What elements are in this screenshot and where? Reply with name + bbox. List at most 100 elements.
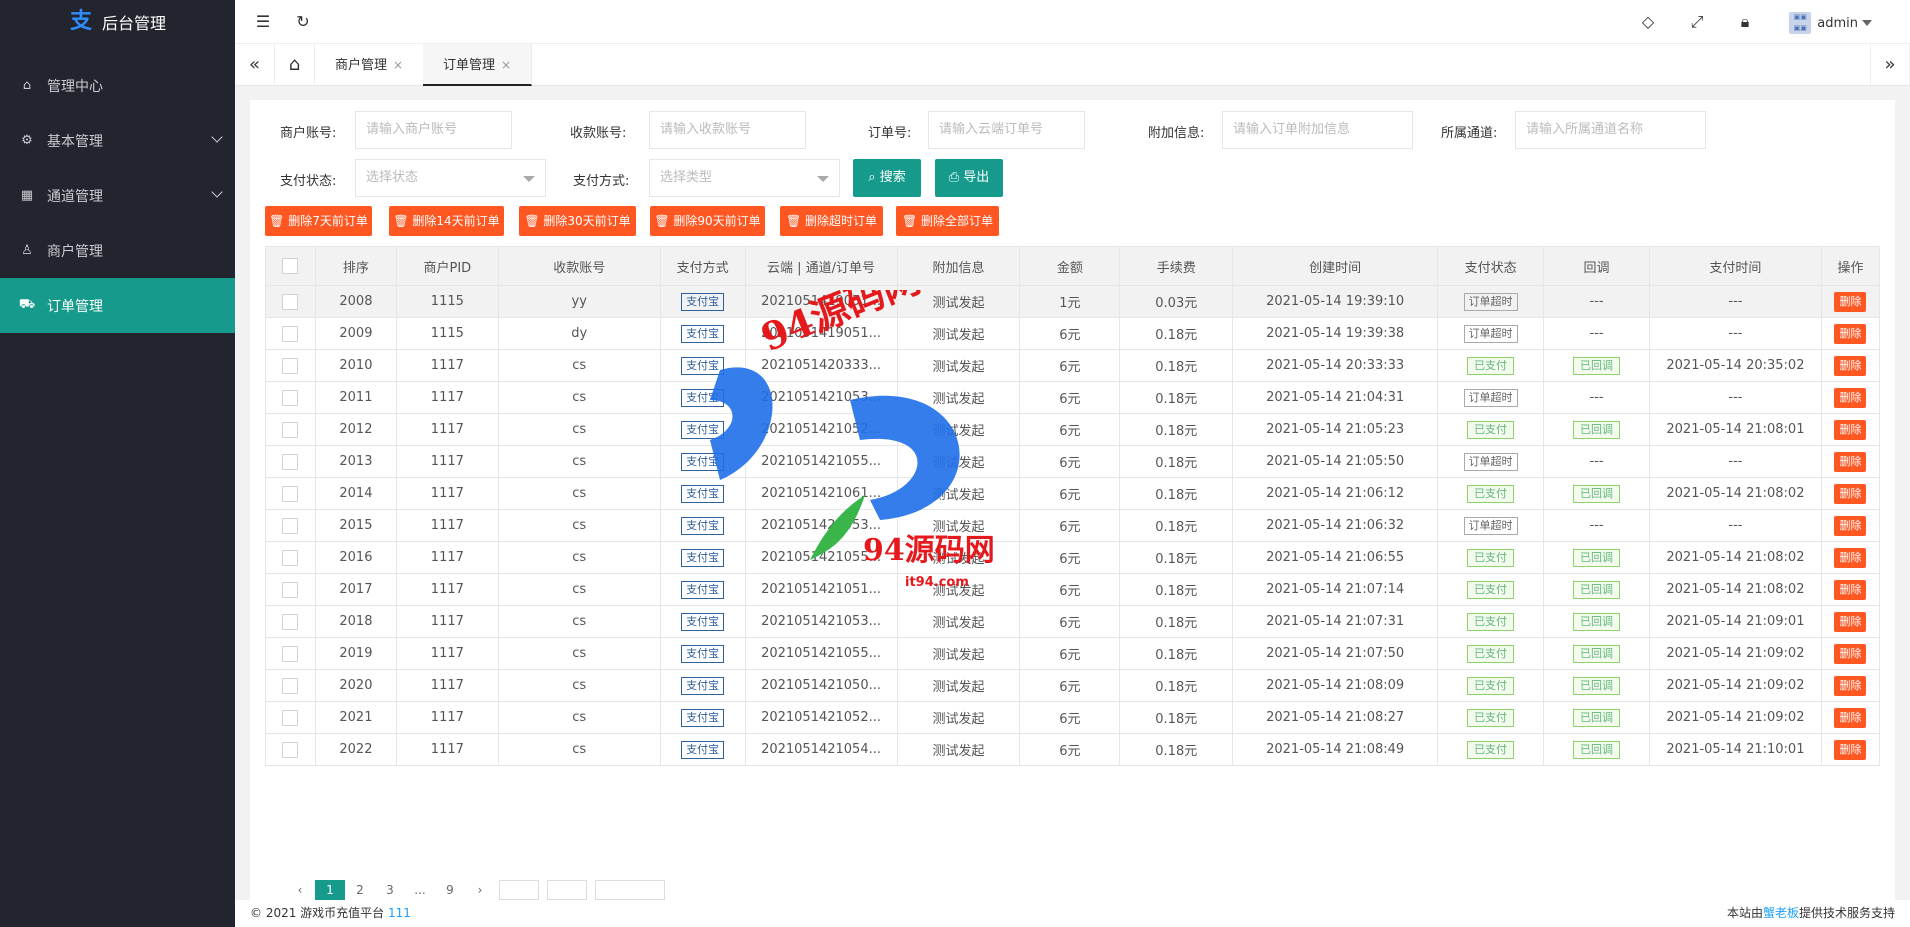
sidebar-item-dashboard[interactable]: ⌂ 管理中心 (0, 58, 235, 113)
delete-button[interactable]: 删除 (1834, 643, 1867, 664)
delete-button[interactable]: 删除 (1834, 707, 1867, 728)
column-header[interactable]: 云端 | 通道/订单号 (744, 246, 898, 286)
delete-button[interactable]: 删除 (1834, 739, 1867, 760)
sidebar-item-orders[interactable]: ⛟ 订单管理 (0, 278, 235, 333)
account-input[interactable]: 请输入收款账号 (649, 111, 806, 149)
column-header[interactable]: 收款账号 (497, 246, 661, 286)
home-tab-icon[interactable]: ⌂ (275, 44, 315, 86)
row-checkbox[interactable] (282, 453, 299, 470)
next-page-icon[interactable]: › (465, 880, 495, 900)
footer-left-link[interactable]: 111 (388, 906, 411, 920)
app-logo[interactable]: 支 后台管理 (0, 0, 235, 44)
column-header[interactable]: 商户PID (395, 246, 499, 286)
order-input[interactable]: 请输入云端订单号 (928, 111, 1085, 149)
delete-button[interactable]: 删除 (1834, 355, 1867, 376)
status-select[interactable]: 选择状态 (355, 159, 546, 197)
column-header[interactable]: 金额 (1019, 246, 1121, 286)
delete-button[interactable]: 删除 (1834, 547, 1867, 568)
delete-button[interactable]: 删除 (1834, 323, 1867, 344)
column-header[interactable]: 操作 (1820, 246, 1881, 286)
delete-timeout-button[interactable]: 🗑︎ 删除超时订单 (780, 206, 883, 236)
refresh-icon[interactable]: ↻ (293, 12, 313, 32)
callback-cell: 已回调 (1543, 733, 1650, 766)
table-row: 2022 1117 cs 支付宝 2021051421054... 测试发起 6元 0.18元… (265, 733, 1881, 766)
row-checkbox[interactable] (282, 421, 299, 438)
pay-method-cell: 支付宝 (659, 413, 746, 446)
page-1[interactable]: 1 (315, 880, 345, 900)
tab-merchant[interactable]: 商户管理 × (315, 44, 425, 86)
delete-90days-button[interactable]: 🗑︎ 删除90天前订单 (650, 206, 765, 236)
row-checkbox-cell (265, 541, 316, 574)
page-3[interactable]: 3 (375, 880, 405, 900)
delete-all-button[interactable]: 🗑︎ 删除全部订单 (896, 206, 999, 236)
lock-icon[interactable]: 🔒︎ (1735, 12, 1755, 32)
column-header[interactable]: 附加信息 (896, 246, 1021, 286)
callback-cell: 已回调 (1543, 605, 1650, 638)
search-button[interactable]: ⌕ 搜索 (853, 159, 921, 197)
export-button[interactable]: ⎙ 导出 (935, 159, 1003, 197)
delete-14days-button[interactable]: 🗑︎ 删除14天前订单 (389, 206, 504, 236)
tab-orders[interactable]: 订单管理 × (423, 44, 533, 86)
row-checkbox[interactable] (282, 549, 299, 566)
sidebar-item-basic[interactable]: ⚙ 基本管理 (0, 113, 235, 168)
pid-cell: 1117 (395, 349, 499, 382)
page-2[interactable]: 2 (345, 880, 375, 900)
delete-button[interactable]: 删除 (1834, 419, 1867, 440)
tabs-scroll-left-icon[interactable]: « (235, 44, 275, 86)
page-jump-button[interactable] (547, 880, 587, 900)
delete-button[interactable]: 删除 (1834, 579, 1867, 600)
row-checkbox[interactable] (282, 325, 299, 342)
merchant-input[interactable]: 请输入商户账号 (355, 111, 512, 149)
row-checkbox[interactable] (282, 613, 299, 630)
prev-page-icon[interactable]: ‹ (285, 880, 315, 900)
action-cell: 删除 (1820, 605, 1881, 638)
channel-input[interactable]: 请输入所属通道名称 (1515, 111, 1706, 149)
fullscreen-icon[interactable]: ⤢ (1687, 12, 1707, 32)
sidebar-item-channel[interactable]: ▦ 通道管理 (0, 168, 235, 223)
page-size-select[interactable] (595, 880, 665, 900)
menu-toggle-icon[interactable]: ☰ (253, 12, 273, 32)
delete-button[interactable]: 删除 (1834, 611, 1867, 632)
row-checkbox[interactable] (282, 581, 299, 598)
tag-icon[interactable]: ◇ (1638, 12, 1658, 32)
row-checkbox[interactable] (282, 517, 299, 534)
close-icon[interactable]: × (393, 58, 403, 72)
tabs-scroll-right-icon[interactable]: » (1870, 44, 1910, 86)
row-account: cs (572, 710, 587, 725)
row-checkbox[interactable] (282, 741, 299, 758)
delete-button[interactable]: 删除 (1834, 451, 1867, 472)
page-jump-input[interactable] (499, 880, 539, 900)
pay-method-badge: 支付宝 (681, 452, 725, 471)
user-menu[interactable]: ▣▣ ▣▣ admin (1789, 12, 1872, 34)
delete-button[interactable]: 删除 (1834, 515, 1867, 536)
close-icon[interactable]: × (501, 58, 511, 72)
row-checkbox[interactable] (282, 357, 299, 374)
row-checkbox[interactable] (282, 645, 299, 662)
page-last[interactable]: 9 (435, 880, 465, 900)
footer-right-link[interactable]: 蟹老板 (1763, 906, 1799, 920)
column-header[interactable]: 支付时间 (1648, 246, 1822, 286)
column-header[interactable]: 支付状态 (1437, 246, 1545, 286)
column-header[interactable]: 排序 (314, 246, 397, 286)
delete-button[interactable]: 删除 (1834, 387, 1867, 408)
delete-button[interactable]: 删除 (1834, 483, 1867, 504)
row-amount: 6元 (1059, 456, 1081, 471)
method-select[interactable]: 选择类型 (649, 159, 840, 197)
row-checkbox[interactable] (282, 485, 299, 502)
delete-7days-button[interactable]: 🗑︎ 删除7天前订单 (265, 206, 372, 236)
column-header[interactable]: 回调 (1543, 246, 1650, 286)
column-header[interactable]: 手续费 (1119, 246, 1234, 286)
column-header[interactable]: 创建时间 (1232, 246, 1439, 286)
row-checkbox[interactable] (282, 709, 299, 726)
select-all-checkbox[interactable] (282, 258, 299, 274)
delete-button[interactable]: 删除 (1834, 675, 1867, 696)
extra-input[interactable]: 请输入订单附加信息 (1222, 111, 1413, 149)
row-checkbox[interactable] (282, 677, 299, 694)
row-checkbox[interactable] (282, 389, 299, 406)
delete-button[interactable]: 删除 (1834, 291, 1867, 312)
row-checkbox[interactable] (282, 293, 299, 310)
sidebar-item-merchant[interactable]: ♙ 商户管理 (0, 223, 235, 278)
column-header[interactable]: 支付方式 (659, 246, 746, 286)
amount-cell: 6元 (1019, 637, 1121, 670)
delete-30days-button[interactable]: 🗑︎ 删除30天前订单 (519, 206, 636, 236)
